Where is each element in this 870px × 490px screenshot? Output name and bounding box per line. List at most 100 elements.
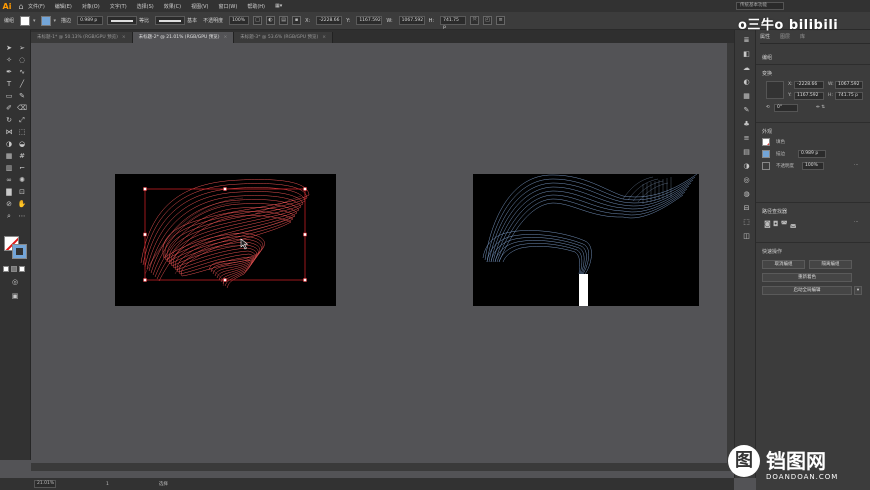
menu-help[interactable]: 帮助(H) [247, 3, 265, 10]
artboard-right[interactable] [473, 173, 699, 306]
opacity-field[interactable]: 100% [229, 16, 250, 25]
recolor-button[interactable]: 重新着色 [762, 273, 852, 282]
line-tool-icon[interactable]: ╱ [16, 80, 28, 89]
chevron-down-icon[interactable]: ▾ [854, 286, 862, 295]
brush-definition[interactable] [155, 16, 186, 25]
free-transform-icon[interactable]: ⬚ [16, 128, 28, 137]
zoom-level-field[interactable]: 21.01% [34, 480, 56, 488]
panel-stroke-weight[interactable]: 0.989 p [798, 150, 826, 158]
tab-document-1[interactable]: 未标题-1* @ 50.13% (RGB/GPU 预览) × [31, 32, 133, 43]
lasso-icon[interactable]: ◌ [16, 56, 28, 65]
eyedropper-icon[interactable]: ⌐ [16, 164, 28, 173]
panel-h-field[interactable]: 741.75 p [835, 92, 863, 100]
type-tool-icon[interactable]: T [3, 80, 15, 89]
close-icon[interactable]: × [223, 35, 227, 40]
menu-file[interactable]: 文件(F) [28, 3, 45, 10]
edit-toolbar-icon[interactable]: ⋯ [16, 212, 28, 221]
brushes-icon[interactable]: ✎ [742, 106, 751, 114]
align-panel-icon[interactable]: ⊟ [742, 204, 751, 212]
stroke-weight-field[interactable]: 0.989 p [77, 16, 104, 25]
menu-select[interactable]: 选择(S) [137, 3, 154, 10]
blend-tool-icon[interactable]: ∞ [3, 176, 15, 185]
width-tool-icon[interactable]: ⋈ [3, 128, 15, 137]
menu-edit[interactable]: 编辑(E) [55, 3, 72, 10]
recolor-icon[interactable]: ◐ [266, 16, 276, 25]
magic-wand-icon[interactable]: ✧ [3, 56, 15, 65]
perspective-grid-icon[interactable]: ▦ [3, 152, 15, 161]
curvature-tool-icon[interactable]: ∿ [16, 68, 28, 77]
live-paint-icon[interactable]: ◒ [16, 140, 28, 149]
scale-tool-icon[interactable]: ⤢ [16, 116, 28, 125]
gradient-mode-icon[interactable] [11, 266, 17, 272]
fill-swatch[interactable] [20, 15, 31, 26]
color-mode-icon[interactable] [3, 266, 9, 272]
stroke-swatch-tool[interactable] [12, 244, 27, 259]
chevron-down-icon[interactable]: ▾ [33, 18, 36, 24]
selection-tool-icon[interactable]: ➤ [3, 44, 15, 53]
y-field[interactable]: 1167.592 [356, 16, 383, 25]
menu-object[interactable]: 对象(O) [82, 3, 100, 10]
transparency-icon[interactable]: ◑ [742, 162, 751, 170]
panel-stroke-swatch[interactable] [762, 150, 770, 158]
panel-menu-icon[interactable]: ≡ [496, 16, 506, 25]
tab-layers[interactable]: 图层 [780, 33, 790, 40]
x-field[interactable]: -2228.66 [316, 16, 343, 25]
appearance-icon[interactable]: ◎ [742, 176, 751, 184]
rotation-field[interactable]: 0° [774, 104, 798, 112]
artboard-navigation[interactable]: 1 [106, 482, 109, 487]
tab-document-3[interactable]: 未标题-3* @ 53.6% (RGB/GPU 预览) × [234, 32, 334, 43]
more-options-icon[interactable]: ⋯ [854, 220, 859, 225]
horizontal-scrollbar[interactable] [31, 463, 734, 471]
white-bar-shape[interactable] [579, 274, 588, 306]
symbol-sprayer-icon[interactable]: ✺ [16, 176, 28, 185]
more-options-icon[interactable]: ⋯ [854, 163, 859, 168]
stroke-icon[interactable]: ≡ [742, 134, 751, 142]
align-icon[interactable]: ▤ [279, 16, 289, 25]
pathfinder-panel-icon[interactable]: ◫ [742, 232, 751, 240]
ungroup-button[interactable]: 取消编组 [762, 260, 805, 269]
reference-point-icon[interactable]: ▪ [292, 16, 302, 25]
gradient-tool-icon[interactable]: ▥ [3, 164, 15, 173]
panel-x-field[interactable]: -2228.66 [794, 81, 824, 89]
workspace-switcher[interactable]: 传统基本功能 [736, 2, 784, 10]
none-mode-icon[interactable] [19, 266, 25, 272]
hand-tool-icon[interactable]: ✋ [16, 200, 28, 209]
eraser-icon[interactable]: ⌫ [16, 104, 28, 113]
menu-window[interactable]: 窗口(W) [218, 3, 237, 10]
isolate-icon[interactable]: ◰ [483, 16, 493, 25]
mesh-tool-icon[interactable]: # [16, 152, 28, 161]
reference-point-grid[interactable] [766, 81, 784, 99]
style-icon[interactable]: □ [253, 16, 263, 25]
stroke-swatch[interactable] [40, 15, 51, 26]
slice-tool-icon[interactable]: ⊘ [3, 200, 15, 209]
blue-blend-artwork[interactable] [473, 173, 699, 306]
global-edit-button[interactable]: 启动全局编辑 [762, 286, 852, 295]
graphic-styles-icon[interactable]: ◍ [742, 190, 751, 198]
artboard-left[interactable] [115, 174, 336, 306]
pen-tool-icon[interactable]: ✒ [3, 68, 15, 77]
paintbrush-icon[interactable]: ✎ [16, 92, 28, 101]
isolate-group-button[interactable]: 隔离编组 [809, 260, 852, 269]
rotate-tool-icon[interactable]: ↻ [3, 116, 15, 125]
direct-selection-tool-icon[interactable]: ➢ [16, 44, 28, 53]
tab-document-2[interactable]: 未标题-2* @ 21.01% (RGB/GPU 预览) × [132, 32, 235, 43]
close-icon[interactable]: × [322, 35, 326, 40]
h-field[interactable]: 741.75 p [440, 16, 467, 30]
tab-libraries[interactable]: 库 [800, 33, 805, 40]
properties-icon[interactable]: ≣ [742, 36, 751, 44]
flip-icons[interactable]: ⇹ ⇅ [816, 105, 825, 110]
vertical-scrollbar[interactable] [727, 43, 734, 463]
panel-w-field[interactable]: 1067.592 [835, 81, 863, 89]
shaper-tool-icon[interactable]: ✐ [3, 104, 15, 113]
draw-mode-icon[interactable]: ◎ [9, 278, 21, 287]
menu-type[interactable]: 文字(T) [110, 3, 127, 10]
pathfinder-icons[interactable]: ◙ ◘ ◚ ◛ [764, 220, 797, 228]
menu-effect[interactable]: 效果(C) [164, 3, 181, 10]
arrange-icon[interactable]: ▦▾ [275, 3, 282, 9]
canvas[interactable] [31, 43, 734, 463]
zoom-tool-icon[interactable]: ⌕ [3, 212, 15, 221]
fill-stroke-widget[interactable] [4, 236, 28, 260]
rectangle-tool-icon[interactable]: ▭ [3, 92, 15, 101]
column-graph-icon[interactable]: ▇ [3, 188, 15, 197]
gradient-icon[interactable]: ▤ [742, 148, 751, 156]
